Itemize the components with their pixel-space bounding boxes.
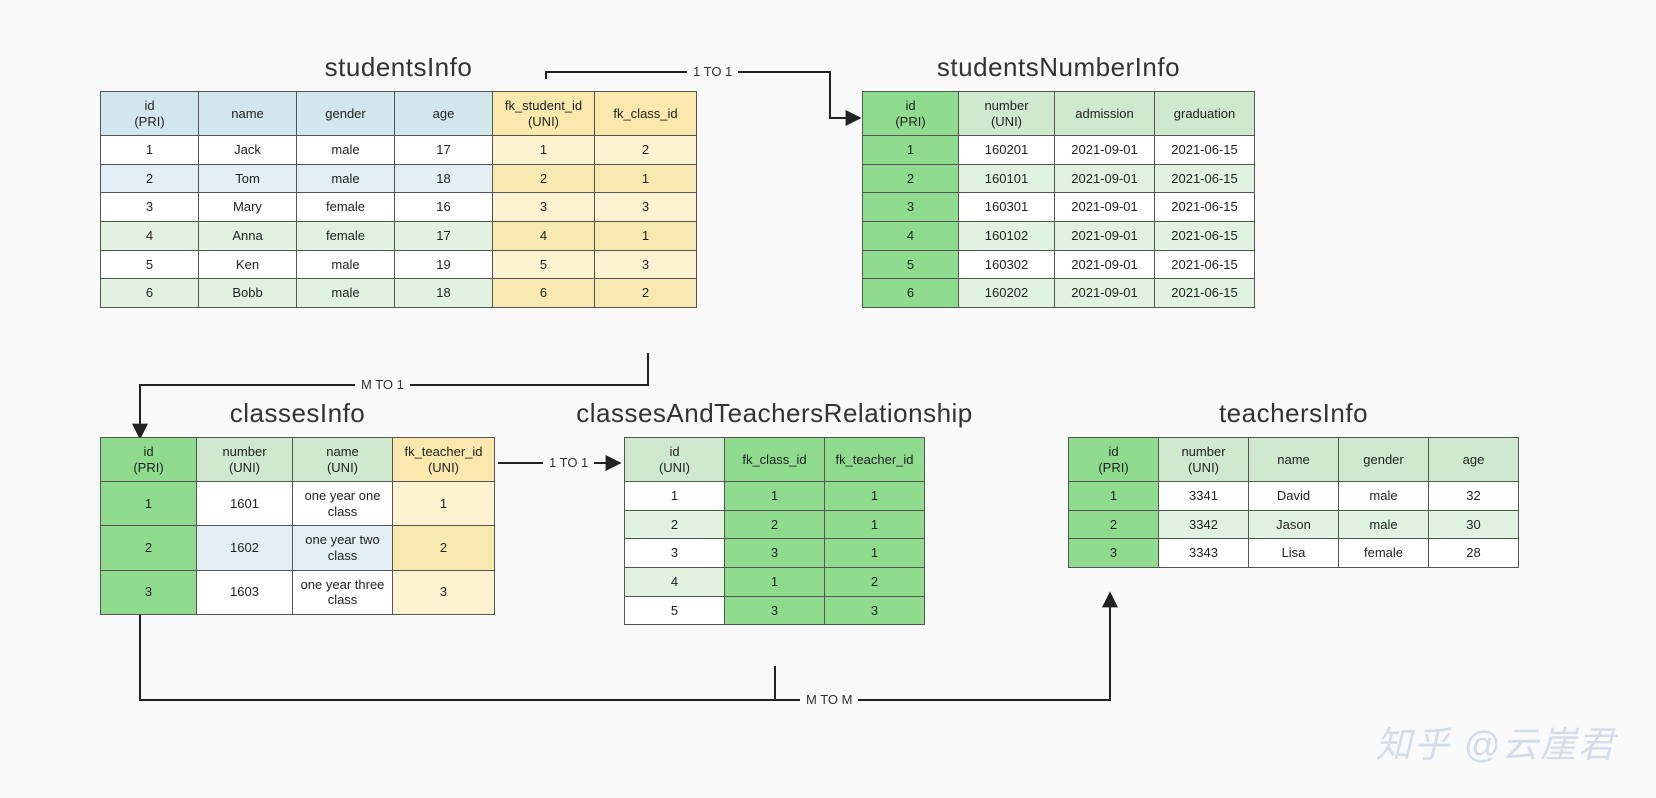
th-graduation: graduation <box>1155 92 1255 136</box>
th-id: id(PRI) <box>1069 438 1159 482</box>
table-row: 4 Anna female 17 4 1 <box>101 221 697 250</box>
th-fk-class-id: fk_class_id <box>595 92 697 136</box>
th-number: number(UNI) <box>959 92 1055 136</box>
th-fk-class-id: fk_class_id <box>725 438 825 482</box>
th-age: age <box>395 92 493 136</box>
table-row: 5 3 3 <box>625 596 925 625</box>
th-id: id(PRI) <box>863 92 959 136</box>
table-row: 1 1601 one year one class 1 <box>101 482 495 526</box>
relationship-label-1to1-b: 1 TO 1 <box>543 455 594 470</box>
table-row: 5 Ken male 19 5 3 <box>101 250 697 279</box>
th-fk-teacher-id: fk_teacher_id(UNI) <box>393 438 495 482</box>
table-row: 4 160102 2021-09-01 2021-06-15 <box>863 221 1255 250</box>
table-title: studentsNumberInfo <box>862 52 1255 83</box>
table-row: 1 Jack male 17 1 2 <box>101 136 697 165</box>
th-number: number(UNI) <box>1159 438 1249 482</box>
watermark: 知乎 @云崖君 <box>1375 716 1616 768</box>
table-row: 1 1 1 <box>625 482 925 511</box>
table-row: 2 1602 one year two class 2 <box>101 526 495 570</box>
th-name: name <box>199 92 297 136</box>
table-row: 2 3342 Jason male 30 <box>1069 510 1519 539</box>
th-name: name <box>1249 438 1339 482</box>
relationship-label-mtom: M TO M <box>800 692 858 707</box>
er-diagram: 1 TO 1 M TO 1 1 TO 1 M TO M studentsInfo… <box>0 0 1656 798</box>
table-title: teachersInfo <box>1068 398 1519 429</box>
relationship-label-mto1: M TO 1 <box>355 377 410 392</box>
table-row: 3 3343 Lisa female 28 <box>1069 539 1519 568</box>
th-fk-student-id: fk_student_id(UNI) <box>493 92 595 136</box>
th-gender: gender <box>1339 438 1429 482</box>
table-row: 3 160301 2021-09-01 2021-06-15 <box>863 193 1255 222</box>
table-teachersInfo: teachersInfo id(PRI) number(UNI) name ge… <box>1068 398 1519 568</box>
th-gender: gender <box>297 92 395 136</box>
table-classesAndTeachersRelationship: classesAndTeachersRelationship id(UNI) f… <box>624 398 925 625</box>
table-title: classesAndTeachersRelationship <box>574 398 975 429</box>
th-fk-teacher-id: fk_teacher_id <box>825 438 925 482</box>
table-row: 3 1603 one year three class 3 <box>101 570 495 614</box>
table-row: 2 160101 2021-09-01 2021-06-15 <box>863 164 1255 193</box>
table-row: 3 3 1 <box>625 539 925 568</box>
th-id: id(PRI) <box>101 438 197 482</box>
table-row: 2 Tom male 18 2 1 <box>101 164 697 193</box>
th-id: id(UNI) <box>625 438 725 482</box>
table-title: studentsInfo <box>100 52 697 83</box>
table-studentsInfo: studentsInfo id(PRI) name gender age fk_… <box>100 52 697 308</box>
th-number: number(UNI) <box>197 438 293 482</box>
th-id: id(PRI) <box>101 92 199 136</box>
th-admission: admission <box>1055 92 1155 136</box>
table-row: 3 Mary female 16 3 3 <box>101 193 697 222</box>
table-row: 6 160202 2021-09-01 2021-06-15 <box>863 279 1255 308</box>
th-name: name(UNI) <box>293 438 393 482</box>
table-row: 4 1 2 <box>625 567 925 596</box>
th-age: age <box>1429 438 1519 482</box>
table-title: classesInfo <box>100 398 495 429</box>
table-row: 1 3341 David male 32 <box>1069 482 1519 511</box>
table-row: 1 160201 2021-09-01 2021-06-15 <box>863 136 1255 165</box>
table-row: 2 2 1 <box>625 510 925 539</box>
table-row: 5 160302 2021-09-01 2021-06-15 <box>863 250 1255 279</box>
table-row: 6 Bobb male 18 6 2 <box>101 279 697 308</box>
table-classesInfo: classesInfo id(PRI) number(UNI) name(UNI… <box>100 398 495 615</box>
table-studentsNumberInfo: studentsNumberInfo id(PRI) number(UNI) a… <box>862 52 1255 308</box>
